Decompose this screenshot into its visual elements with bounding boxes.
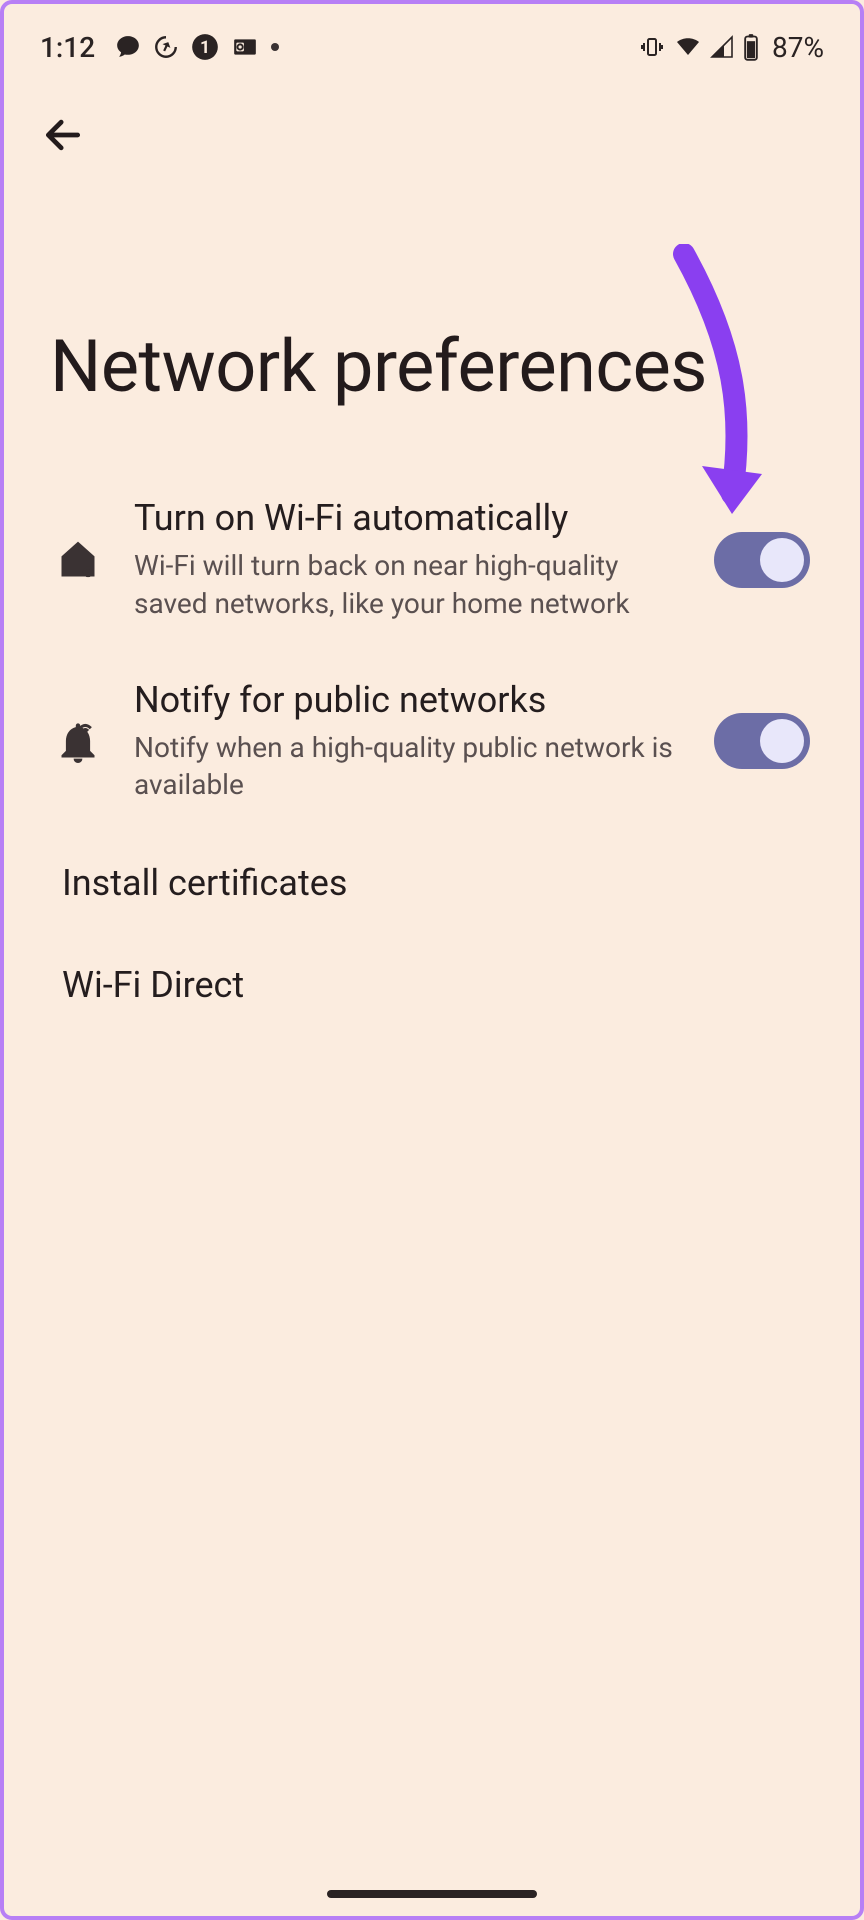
status-time: 1:12 <box>40 31 95 64</box>
notification-count-icon: 1 <box>191 33 219 61</box>
setting-auto-wifi[interactable]: Turn on Wi-Fi automatically Wi-Fi will t… <box>54 469 810 651</box>
sync-cloud-icon <box>153 34 179 60</box>
battery-percent: 87% <box>772 31 824 64</box>
setting-install-certs[interactable]: Install certificates <box>54 832 810 934</box>
auto-wifi-toggle[interactable] <box>714 532 810 588</box>
setting-subtitle: Notify when a high-quality public networ… <box>134 729 674 805</box>
setting-title: Turn on Wi-Fi automatically <box>134 497 674 539</box>
setting-wifi-direct[interactable]: Wi-Fi Direct <box>54 934 810 1036</box>
page-title: Network preferences <box>34 164 830 469</box>
svg-text:1: 1 <box>200 38 210 58</box>
setting-title: Wi-Fi Direct <box>62 964 802 1006</box>
vibrate-icon <box>638 35 666 59</box>
setting-auto-wifi-body: Turn on Wi-Fi automatically Wi-Fi will t… <box>134 497 682 623</box>
status-bar-right: 87% <box>638 31 824 64</box>
setting-notify-public[interactable]: Notify for public networks Notify when a… <box>54 651 810 833</box>
setting-title: Install certificates <box>62 862 802 904</box>
toggle-knob <box>760 538 804 582</box>
cell-signal-icon <box>710 35 734 59</box>
toggle-knob <box>760 719 804 763</box>
settings-list: Turn on Wi-Fi automatically Wi-Fi will t… <box>4 469 860 1036</box>
setting-title: Notify for public networks <box>134 679 674 721</box>
chat-notification-icon <box>115 34 141 60</box>
header: Network preferences <box>4 76 860 469</box>
outlook-icon <box>231 34 259 60</box>
notify-public-toggle[interactable] <box>714 713 810 769</box>
back-button[interactable] <box>34 106 92 164</box>
back-arrow-icon <box>41 113 85 157</box>
setting-notify-public-body: Notify for public networks Notify when a… <box>134 679 682 805</box>
wifi-icon <box>674 35 702 59</box>
battery-icon <box>742 33 760 61</box>
bell-wifi-icon <box>54 719 102 763</box>
setting-subtitle: Wi-Fi will turn back on near high-qualit… <box>134 547 674 623</box>
gesture-nav-bar[interactable] <box>327 1890 537 1898</box>
status-bar-left: 1:12 1 <box>40 31 279 64</box>
more-notifications-dot <box>271 43 279 51</box>
status-bar: 1:12 1 87% <box>4 4 860 76</box>
home-sync-icon <box>54 538 102 582</box>
